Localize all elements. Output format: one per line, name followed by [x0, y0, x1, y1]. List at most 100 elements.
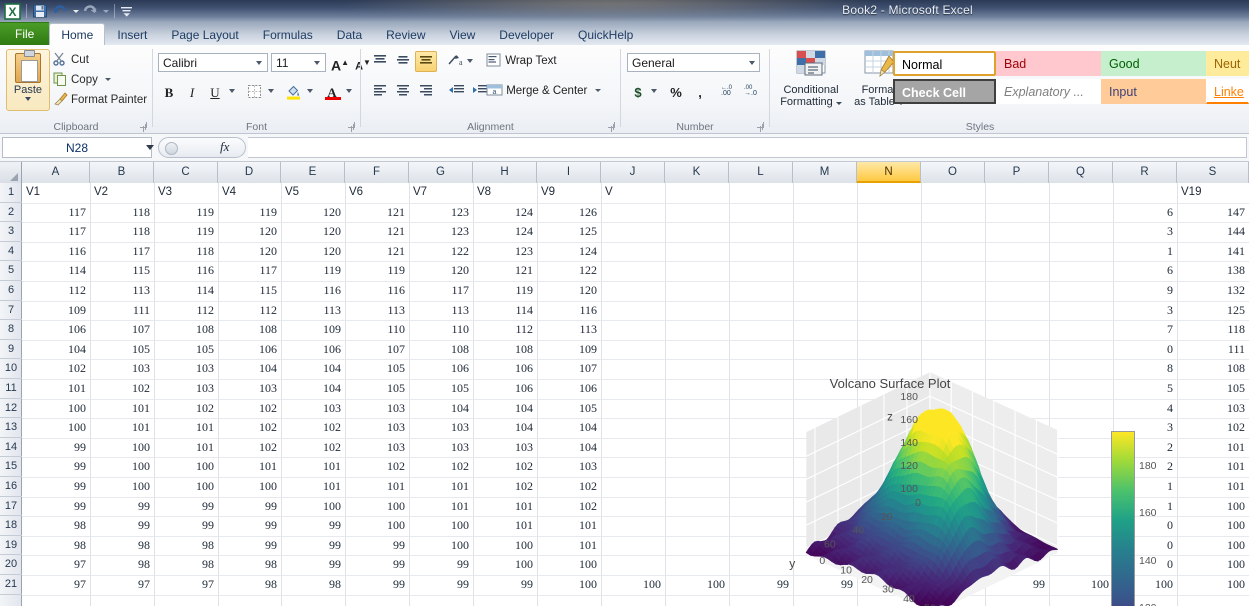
paste-dropdown-icon[interactable]	[25, 97, 31, 101]
grid-cell[interactable]: V3	[154, 183, 218, 203]
font-dialog-launcher-icon[interactable]	[348, 122, 357, 131]
grid-cell[interactable]: 106	[281, 340, 345, 360]
fill-color-button[interactable]	[282, 81, 304, 102]
grid-cell[interactable]: 99	[90, 497, 154, 517]
grid-cell[interactable]: 102	[473, 457, 537, 477]
select-all-corner[interactable]	[0, 162, 22, 183]
grid-cell[interactable]: 113	[90, 281, 154, 301]
grid-cell[interactable]: 104	[537, 418, 601, 438]
grid-cell[interactable]: 121	[345, 242, 409, 262]
grid-cell[interactable]: 106	[473, 379, 537, 399]
style-explanatory[interactable]: Explanatory ...	[996, 79, 1101, 104]
grid-cell[interactable]: 144	[1177, 222, 1249, 242]
font-name-input[interactable]: Calibri	[158, 53, 268, 72]
grid-cell[interactable]: 99	[281, 555, 345, 575]
row-header-19[interactable]: 19	[0, 536, 22, 556]
ribbon-tabs[interactable]: File Home Insert Page Layout Formulas Da…	[0, 22, 645, 45]
grid-cell[interactable]: 99	[22, 457, 90, 477]
grid-cell[interactable]: 121	[473, 261, 537, 281]
grid-cell[interactable]: 100	[537, 575, 601, 595]
grid-cell[interactable]: 102	[537, 497, 601, 517]
grid-cell[interactable]: 100	[90, 477, 154, 497]
grid-cell[interactable]: 108	[409, 340, 473, 360]
grid-cell[interactable]: 99	[90, 516, 154, 536]
borders-button[interactable]	[243, 81, 265, 102]
cut-button[interactable]: Cut	[52, 51, 89, 70]
style-linked-cell[interactable]: Linke	[1206, 79, 1249, 104]
grid-cell[interactable]: 102	[22, 359, 90, 379]
format-painter-button[interactable]: Format Painter	[52, 91, 147, 110]
grid-cell[interactable]: 113	[281, 301, 345, 321]
grid-cell[interactable]: 99	[218, 516, 281, 536]
align-right-button[interactable]	[415, 81, 437, 102]
grid-cell[interactable]: 119	[345, 261, 409, 281]
grid-cell[interactable]: 116	[22, 242, 90, 262]
grid-cell[interactable]: 103	[409, 438, 473, 458]
grid-cell[interactable]: 104	[22, 340, 90, 360]
grid-cell[interactable]: 120	[409, 261, 473, 281]
grid-cell[interactable]: 147	[1177, 203, 1249, 223]
grid-cell[interactable]: 101	[345, 477, 409, 497]
grid-cell[interactable]: 3	[1113, 301, 1177, 321]
italic-button[interactable]: I	[181, 81, 203, 102]
grid-cell[interactable]: 107	[90, 320, 154, 340]
grid-cell[interactable]: 101	[409, 477, 473, 497]
grid-cell[interactable]: 103	[90, 359, 154, 379]
grid-cell[interactable]: 117	[22, 203, 90, 223]
grid-cell[interactable]: 98	[22, 536, 90, 556]
grid-cell[interactable]: 104	[473, 418, 537, 438]
grid-cell[interactable]: 123	[409, 203, 473, 223]
grid-cell[interactable]: 104	[281, 359, 345, 379]
grid-cell[interactable]: 104	[281, 379, 345, 399]
grid-cell[interactable]: 3	[1113, 222, 1177, 242]
grid-cell[interactable]: 103	[345, 418, 409, 438]
grid-cell[interactable]: 101	[154, 418, 218, 438]
grid-cell[interactable]: 100	[218, 477, 281, 497]
grid-cell[interactable]: 108	[473, 340, 537, 360]
grid-cell[interactable]: 103	[218, 379, 281, 399]
row-header-12[interactable]: 12	[0, 399, 22, 419]
grid-cell[interactable]: 124	[473, 222, 537, 242]
grid-cell[interactable]: 103	[345, 438, 409, 458]
grid-cell[interactable]: 121	[345, 222, 409, 242]
grid-cell[interactable]: 118	[90, 222, 154, 242]
grid-cell[interactable]: 105	[345, 379, 409, 399]
grid-cell[interactable]: 141	[1177, 242, 1249, 262]
grid-cell[interactable]: 101	[90, 399, 154, 419]
grid-cell[interactable]: 1	[1113, 242, 1177, 262]
column-header-f[interactable]: F	[345, 162, 409, 183]
percent-button[interactable]: %	[665, 81, 687, 102]
row-header-15[interactable]: 15	[0, 457, 22, 477]
conditional-formatting-button[interactable]: Conditional Formatting	[778, 50, 844, 108]
column-header-j[interactable]: J	[601, 162, 665, 183]
tab-data[interactable]: Data	[325, 23, 374, 45]
grid-cell[interactable]: 99	[281, 536, 345, 556]
grid-cell[interactable]: 107	[537, 359, 601, 379]
grid-cell[interactable]: 100	[345, 497, 409, 517]
grid-cell[interactable]: 99	[473, 575, 537, 595]
style-input[interactable]: Input	[1101, 79, 1206, 104]
grid-cell[interactable]: 102	[281, 438, 345, 458]
row-header-16[interactable]: 16	[0, 477, 22, 497]
borders-dropdown-icon[interactable]	[268, 89, 274, 93]
copy-button[interactable]: Copy	[52, 71, 112, 90]
grid-cell[interactable]: 97	[22, 555, 90, 575]
grid-cell[interactable]: 100	[154, 457, 218, 477]
grid-cell[interactable]: 118	[1177, 320, 1249, 340]
formula-input[interactable]	[248, 137, 1247, 158]
grid-cell[interactable]: 101	[281, 457, 345, 477]
grid-cell[interactable]: 106	[473, 359, 537, 379]
grid-cell[interactable]: 101	[281, 477, 345, 497]
tab-developer[interactable]: Developer	[487, 23, 566, 45]
number-format-dropdown-icon[interactable]	[749, 61, 755, 65]
tab-quickhelp[interactable]: QuickHelp	[566, 23, 645, 45]
grid-cell[interactable]: 106	[218, 340, 281, 360]
underline-button[interactable]: U	[204, 81, 226, 102]
grid-cell[interactable]: 108	[218, 320, 281, 340]
row-header-2[interactable]: 2	[0, 203, 22, 223]
grid-cell[interactable]: 98	[90, 555, 154, 575]
name-box[interactable]: N28	[2, 137, 152, 158]
grid-cell[interactable]: 101	[473, 516, 537, 536]
grid-cell[interactable]: 103	[537, 457, 601, 477]
grid-cell[interactable]: 106	[409, 359, 473, 379]
